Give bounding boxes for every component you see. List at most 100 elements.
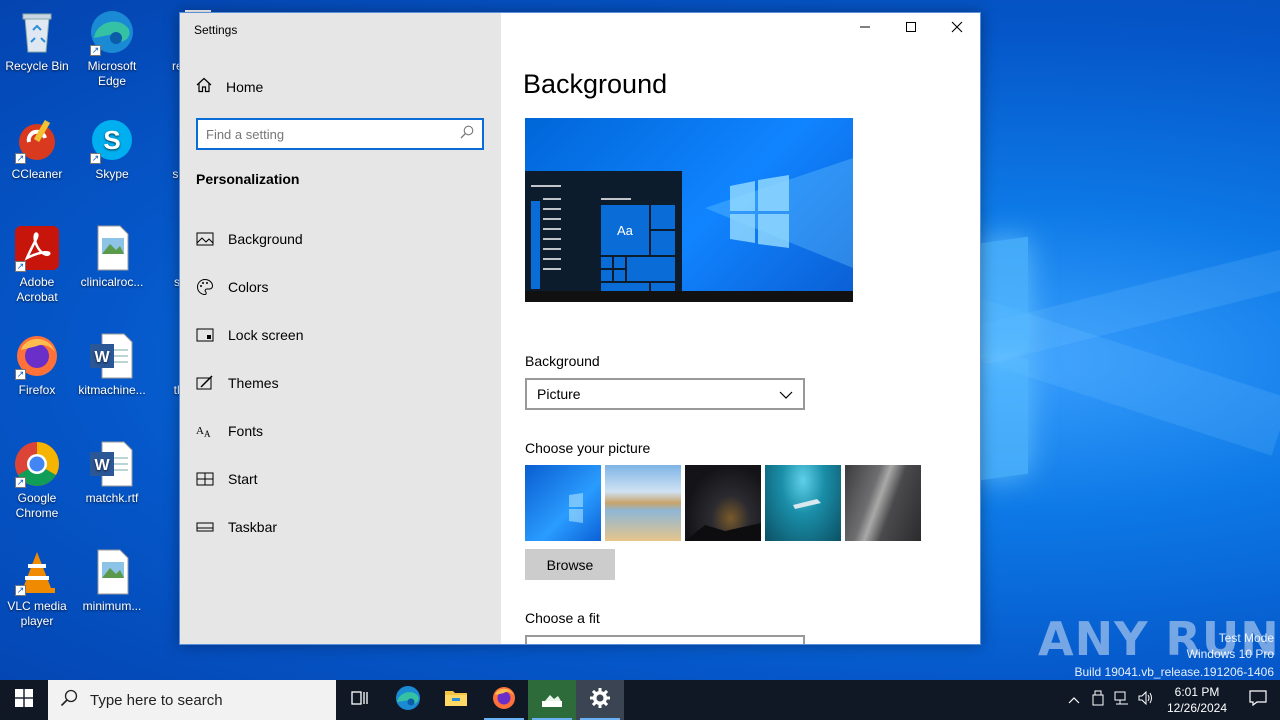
start-button[interactable]: [0, 680, 48, 720]
picture-thumbnail-underwater[interactable]: [765, 465, 841, 541]
taskbar-firefox[interactable]: [480, 680, 528, 720]
tray-app-button[interactable]: [1086, 680, 1110, 720]
desktop-icon-label: Firefox: [18, 383, 56, 397]
lock-screen-icon: [196, 326, 214, 344]
picture-thumbnail-windows[interactable]: [525, 465, 601, 541]
desktop-icon-label: CCleaner: [11, 167, 63, 181]
skype-icon: S ↗: [88, 116, 136, 164]
dropdown-value: Picture: [537, 386, 581, 402]
taskbar-installer[interactable]: [528, 680, 576, 720]
desktop-icon-recycle-bin[interactable]: Recycle Bin: [0, 8, 74, 74]
edge-icon: [395, 685, 421, 716]
edge-icon: ↗: [88, 8, 136, 56]
close-button[interactable]: [934, 13, 980, 45]
task-view-icon: [350, 689, 370, 712]
taskbar-search-placeholder: Type here to search: [90, 691, 223, 709]
chevron-up-icon: [1068, 691, 1080, 709]
fonts-icon: AA: [196, 422, 214, 440]
nav-item-label: Background: [228, 231, 303, 247]
nav-item-themes[interactable]: Themes: [180, 359, 501, 407]
desktop-icon-label: VLC media player: [7, 599, 67, 628]
desktop-icon-vlc[interactable]: ↗ VLC media player: [0, 548, 74, 629]
windows-logo-wallpaper: [980, 236, 1030, 481]
desktop-icon-word-doc[interactable]: W matchk.rtf: [75, 440, 149, 506]
taskbar-search-box[interactable]: Type here to search: [48, 680, 336, 720]
nav-item-label: Fonts: [228, 423, 264, 439]
taskbar-edge[interactable]: [384, 680, 432, 720]
watermark-edition: Windows 10 Pro: [1186, 647, 1274, 661]
volume-icon: [1138, 690, 1154, 710]
themes-icon: [196, 374, 214, 392]
search-icon: [60, 689, 78, 711]
personalization-nav: Background Colors Lock screen Themes AA …: [180, 215, 501, 551]
nav-item-colors[interactable]: Colors: [180, 263, 501, 311]
desktop-icon-skype[interactable]: S ↗ Skype: [75, 116, 149, 182]
desktop-icon-label: Skype: [95, 167, 129, 181]
taskbar-icon: [196, 518, 214, 536]
desktop-icon-adobe-acrobat[interactable]: ↗ Adobe Acrobat: [0, 224, 74, 305]
volume-button[interactable]: [1134, 680, 1158, 720]
start-icon: [196, 470, 214, 488]
image-file-icon: [88, 224, 136, 272]
nav-item-label: Lock screen: [228, 327, 304, 343]
nav-item-background[interactable]: Background: [180, 215, 501, 263]
image-file-icon: [88, 548, 136, 596]
nav-item-taskbar[interactable]: Taskbar: [180, 503, 501, 551]
picture-icon: [196, 230, 214, 248]
network-button[interactable]: [1110, 680, 1134, 720]
settings-content: Background Aa Background Picture Choose …: [501, 13, 980, 644]
window-title: Settings: [194, 23, 238, 37]
watermark-test-mode: Test Mode: [1218, 631, 1274, 645]
desktop-icon-image-file[interactable]: clinicalroc...: [75, 224, 149, 290]
settings-search-box[interactable]: [196, 118, 484, 150]
minimize-button[interactable]: [842, 13, 888, 45]
nav-item-label: Colors: [228, 279, 269, 295]
desktop-icon-image-file[interactable]: minimum...: [75, 548, 149, 614]
ccleaner-icon: ↗: [13, 116, 61, 164]
nav-item-lock-screen[interactable]: Lock screen: [180, 311, 501, 359]
choose-fit-label: Choose a fit: [525, 610, 600, 626]
choose-fit-dropdown[interactable]: [525, 635, 805, 644]
task-view-button[interactable]: [336, 680, 384, 720]
firefox-icon: [491, 685, 517, 716]
desktop-icon-label: matchk.rtf: [85, 491, 139, 505]
settings-gear-icon: [589, 687, 611, 714]
adobe-acrobat-icon: ↗: [13, 224, 61, 272]
background-type-dropdown[interactable]: Picture: [525, 378, 805, 410]
desktop-icon-google-chrome[interactable]: ↗ Google Chrome: [0, 440, 74, 521]
show-hidden-icons-button[interactable]: [1062, 680, 1086, 720]
desktop-icon-edge[interactable]: ↗ Microsoft Edge: [75, 8, 149, 89]
picture-thumbnail-rock[interactable]: [845, 465, 921, 541]
desktop-icon-label: kitmachine...: [78, 383, 146, 397]
svg-text:S: S: [103, 125, 120, 155]
desktop-icon-ccleaner[interactable]: ↗ CCleaner: [0, 116, 74, 182]
settings-search-input[interactable]: [206, 126, 460, 142]
desktop-icon-label: minimum...: [82, 599, 142, 613]
choose-picture-label: Choose your picture: [525, 440, 651, 456]
window-controls: [842, 13, 980, 45]
home-link[interactable]: Home: [196, 77, 263, 96]
action-center-button[interactable]: [1236, 680, 1280, 720]
maximize-button[interactable]: [888, 13, 934, 45]
picture-thumbnail-night-sky[interactable]: [685, 465, 761, 541]
taskbar-settings[interactable]: [576, 680, 624, 720]
picture-thumbnail-beach[interactable]: [605, 465, 681, 541]
svg-text:W: W: [94, 457, 110, 474]
taskbar-file-explorer[interactable]: [432, 680, 480, 720]
browse-button[interactable]: Browse: [525, 549, 615, 580]
firefox-icon: ↗: [13, 332, 61, 380]
nav-item-label: Themes: [228, 375, 279, 391]
vlc-icon: ↗: [13, 548, 61, 596]
chevron-down-icon: [779, 386, 793, 402]
nav-item-fonts[interactable]: AA Fonts: [180, 407, 501, 455]
desktop-icon-label: clinicalroc...: [80, 275, 144, 289]
section-title: Personalization: [196, 171, 300, 187]
nav-item-start[interactable]: Start: [180, 455, 501, 503]
desktop-icon-label: Recycle Bin: [5, 59, 69, 73]
usb-device-icon: [1091, 690, 1105, 711]
taskbar-clock[interactable]: 6:01 PM 12/26/2024: [1158, 684, 1236, 716]
desktop-icon-word-doc[interactable]: W kitmachine...: [75, 332, 149, 398]
watermark-build: Build 19041.vb_release.191206-1406: [1074, 665, 1275, 679]
preview-start-menu: Aa: [525, 171, 682, 291]
desktop-icon-firefox[interactable]: ↗ Firefox: [0, 332, 74, 398]
